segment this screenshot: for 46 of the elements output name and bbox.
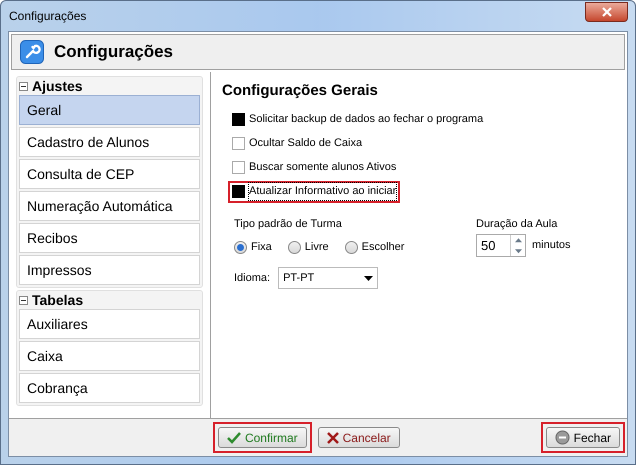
header-title: Configurações bbox=[54, 41, 174, 64]
wrench-icon bbox=[20, 40, 44, 64]
sidebar-item[interactable]: Caixa bbox=[19, 341, 200, 371]
sidebar-item[interactable]: Consulta de CEP bbox=[19, 159, 200, 189]
sidebar-item[interactable]: Numeração Automática bbox=[19, 191, 200, 221]
radio-button[interactable] bbox=[234, 240, 247, 254]
checkbox-label: Atualizar Informativo ao iniciar bbox=[249, 183, 396, 200]
field-label: Tipo padrão de Turma bbox=[234, 216, 343, 232]
collapse-icon[interactable] bbox=[19, 296, 28, 304]
close-button[interactable]: Fechar bbox=[546, 427, 620, 448]
field-label: Duração da Aula bbox=[476, 216, 558, 232]
confirm-button[interactable]: Confirmar bbox=[218, 427, 307, 448]
checkbox[interactable] bbox=[232, 137, 245, 150]
field-label: Idioma: bbox=[234, 270, 270, 286]
sidebar-item[interactable]: Auxiliares bbox=[19, 309, 200, 339]
checkbox[interactable] bbox=[232, 113, 245, 126]
close-icon[interactable] bbox=[585, 2, 628, 22]
unit-label: minutos bbox=[532, 238, 571, 254]
window-title: Configurações bbox=[8, 8, 86, 25]
language-dropdown[interactable]: PT-PT bbox=[278, 267, 378, 289]
checkbox-label: Ocultar Saldo de Caixa bbox=[249, 136, 362, 152]
sidebar-item[interactable]: Impressos bbox=[19, 255, 200, 285]
sidebar-item[interactable]: Recibos bbox=[19, 223, 200, 253]
checkbox[interactable] bbox=[232, 185, 245, 198]
radio-button[interactable] bbox=[288, 240, 301, 254]
sidebar-item[interactable]: Geral bbox=[19, 95, 200, 125]
minus-circle-icon bbox=[554, 430, 570, 445]
checkbox-label: Buscar somente alunos Ativos bbox=[249, 160, 396, 176]
group-title: Ajustes bbox=[32, 76, 83, 96]
group-title: Tabelas bbox=[32, 290, 84, 310]
spin-arrows-icon[interactable] bbox=[510, 235, 525, 256]
radio-label: Escolher bbox=[362, 240, 404, 255]
number-spinner[interactable]: 50 bbox=[476, 234, 526, 257]
radio-label: Livre bbox=[304, 240, 329, 255]
cancel-button[interactable]: Cancelar bbox=[318, 427, 400, 448]
radio-label: Fixa bbox=[251, 240, 272, 255]
sidebar-item[interactable]: Cadastro de Alunos bbox=[19, 127, 200, 157]
radio-button[interactable] bbox=[344, 240, 358, 254]
checkmark-icon bbox=[226, 432, 241, 444]
panel-title: Configurações Gerais bbox=[222, 81, 379, 101]
cross-icon bbox=[326, 432, 339, 444]
collapse-icon[interactable] bbox=[19, 82, 28, 90]
dropdown-arrow-icon bbox=[364, 276, 374, 280]
checkbox[interactable] bbox=[232, 161, 245, 174]
sidebar-item[interactable]: Cobrança bbox=[19, 373, 200, 403]
checkbox-label: Solicitar backup de dados ao fechar o programa bbox=[249, 112, 484, 128]
